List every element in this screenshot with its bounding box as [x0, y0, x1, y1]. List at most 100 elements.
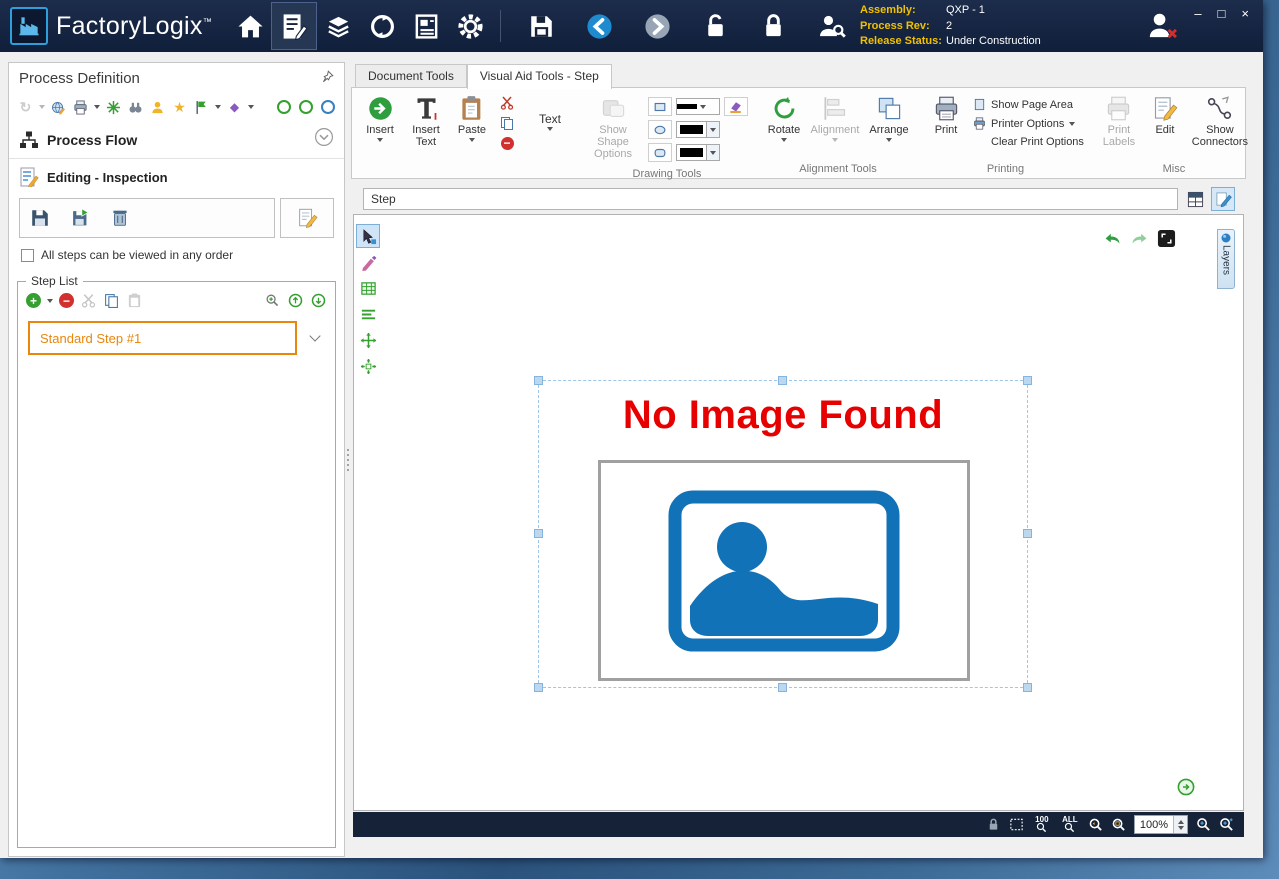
zoom-spinner[interactable] [1173, 816, 1187, 833]
view-button[interactable] [127, 99, 144, 116]
save-step-button[interactable] [20, 200, 60, 236]
printer-options-button[interactable]: Printer Options [969, 114, 1088, 133]
annotate-tool-button[interactable] [357, 251, 379, 273]
redo-button[interactable] [1128, 227, 1150, 249]
step-expand-chevron[interactable] [309, 330, 320, 341]
clear-print-options-button[interactable]: Clear Print Options [969, 133, 1088, 151]
arrange-button[interactable]: Arrange [863, 91, 915, 142]
resize-handle[interactable] [534, 376, 543, 385]
edit-visual-aid-button[interactable] [1212, 188, 1234, 210]
format-painter-button[interactable] [724, 97, 748, 116]
resize-handle[interactable] [1023, 529, 1032, 538]
flag-dropdown[interactable] [215, 105, 221, 109]
favorite-button[interactable] [171, 99, 188, 116]
print-step-button[interactable] [72, 99, 89, 116]
grid-view-button[interactable] [1184, 188, 1206, 210]
rectangle-tool-button[interactable] [648, 97, 672, 116]
delete-button[interactable] [498, 135, 516, 151]
dispatch-button[interactable] [360, 3, 404, 49]
zoom-lock-button[interactable] [986, 816, 1001, 834]
canvas-navigate-button[interactable] [1177, 778, 1195, 796]
copy-button[interactable] [498, 115, 516, 131]
zoom-spin-up-icon[interactable] [1178, 820, 1184, 824]
web-edit-button[interactable] [50, 99, 67, 116]
process-flow-header[interactable]: Process Flow [9, 121, 344, 159]
show-shape-options-button[interactable]: Show Shape Options [581, 91, 645, 160]
zoom-in-button[interactable] [1196, 816, 1211, 834]
settings-button[interactable] [448, 3, 492, 49]
cut-step-button[interactable] [80, 292, 97, 309]
add-step-button[interactable] [26, 293, 41, 308]
import-step-button[interactable] [60, 200, 100, 236]
resize-handle[interactable] [1023, 683, 1032, 692]
resize-handle[interactable] [534, 529, 543, 538]
zoom-region-button[interactable] [1111, 816, 1126, 834]
logout-user-button[interactable] [1145, 10, 1179, 40]
position-tool-button[interactable] [357, 355, 379, 377]
print-button[interactable]: Print [923, 91, 969, 136]
fill-color-combo[interactable] [676, 144, 720, 161]
insert-dropdown[interactable] [377, 138, 383, 142]
insert-button[interactable]: Insert [357, 91, 403, 142]
resize-handle[interactable] [534, 683, 543, 692]
editing-section-header[interactable]: Editing - Inspection [9, 159, 344, 195]
step-name-input[interactable] [363, 188, 1178, 210]
cut-button[interactable] [498, 95, 516, 111]
table-tool-button[interactable] [357, 277, 379, 299]
rotate-button[interactable]: Rotate [761, 91, 807, 142]
move-step-up-button[interactable] [287, 292, 304, 309]
step-list-item[interactable]: Standard Step #1 [28, 321, 297, 355]
line-style-combo[interactable] [676, 98, 720, 115]
new-item-button[interactable] [105, 99, 122, 116]
home-button[interactable] [228, 3, 272, 49]
fit-screen-button[interactable] [1155, 227, 1177, 249]
refresh-dropdown[interactable] [39, 105, 45, 109]
collapse-section-button[interactable] [314, 127, 334, 152]
edit-button[interactable]: Edit [1142, 91, 1188, 136]
ellipse-tool-button[interactable] [648, 120, 672, 139]
page-bounds-button[interactable] [1009, 816, 1024, 834]
undo-button[interactable] [1101, 227, 1123, 249]
minimize-button[interactable]: – [1194, 6, 1201, 21]
text-dropdown[interactable] [547, 127, 553, 131]
category-button[interactable] [226, 99, 243, 116]
rotate-dropdown[interactable] [781, 138, 787, 142]
collapse-all-button[interactable] [275, 99, 292, 116]
resize-handle[interactable] [778, 683, 787, 692]
insert-text-button[interactable]: Insert Text [403, 91, 449, 148]
move-tool-button[interactable] [357, 329, 379, 351]
documents-button[interactable] [316, 3, 360, 49]
pointer-tool-button[interactable] [357, 225, 379, 247]
status-info-button[interactable] [319, 99, 336, 116]
visual-aid-canvas[interactable]: Layers No Image Found [353, 214, 1244, 811]
alignment-dropdown[interactable] [832, 138, 838, 142]
zoom-step-button[interactable] [264, 292, 281, 309]
rounded-rect-tool-button[interactable] [648, 143, 672, 162]
remove-step-button[interactable] [59, 293, 74, 308]
refresh-button[interactable] [17, 99, 34, 116]
zoom-in-step-button[interactable] [1219, 816, 1234, 834]
paste-button[interactable]: Paste [449, 91, 495, 142]
resize-handle[interactable] [778, 376, 787, 385]
tab-document-tools[interactable]: Document Tools [355, 64, 467, 88]
category-dropdown[interactable] [248, 105, 254, 109]
process-definition-button[interactable] [272, 3, 316, 49]
arrange-dropdown[interactable] [886, 138, 892, 142]
zoom-previous-button[interactable] [1088, 816, 1103, 834]
resize-handle[interactable] [1023, 376, 1032, 385]
expand-all-button[interactable] [297, 99, 314, 116]
zoom-spin-down-icon[interactable] [1178, 826, 1184, 830]
audit-button[interactable] [809, 3, 853, 49]
zoom-100-button[interactable]: 100 [1032, 816, 1052, 834]
lines-tool-button[interactable] [357, 303, 379, 325]
zoom-all-button[interactable]: ALL [1060, 816, 1080, 834]
copy-step-button[interactable] [103, 292, 120, 309]
reports-button[interactable] [404, 3, 448, 49]
paste-step-button[interactable] [126, 292, 143, 309]
layers-panel-tab[interactable]: Layers [1217, 229, 1235, 289]
line-color-dropdown[interactable] [706, 122, 719, 137]
pin-button[interactable] [321, 70, 334, 87]
text-button[interactable]: Text [527, 91, 573, 131]
lock-button[interactable] [751, 3, 795, 49]
back-button[interactable] [577, 3, 621, 49]
